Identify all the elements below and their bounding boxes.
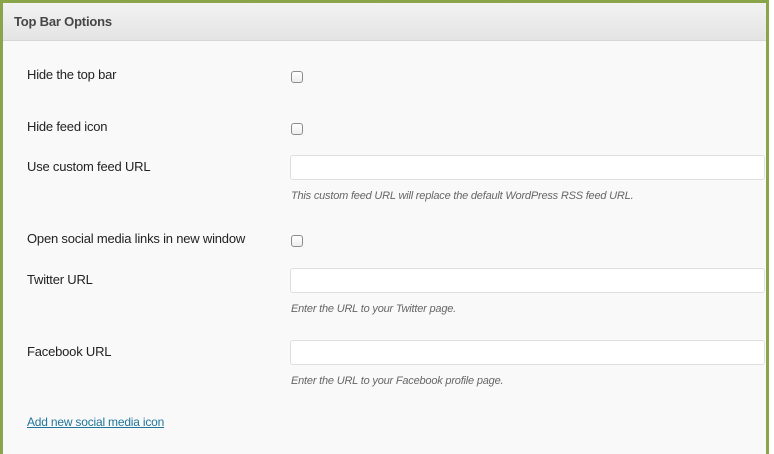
hide-feed-icon-checkbox[interactable]	[291, 123, 303, 135]
custom-feed-url-label: Use custom feed URL	[27, 159, 151, 174]
top-bar-options-panel: Top Bar Options Hide the top bar Hide fe…	[0, 0, 769, 454]
custom-feed-url-input[interactable]	[290, 155, 765, 180]
facebook-url-input[interactable]	[290, 340, 765, 365]
hide-top-bar-label: Hide the top bar	[27, 67, 117, 82]
facebook-url-label: Facebook URL	[27, 344, 112, 359]
facebook-url-hint: Enter the URL to your Facebook profile p…	[291, 375, 504, 387]
add-social-media-icon-link[interactable]: Add new social media icon	[27, 415, 164, 429]
custom-feed-url-hint: This custom feed URL will replace the de…	[291, 190, 634, 202]
open-new-window-checkbox[interactable]	[291, 235, 303, 247]
twitter-url-input[interactable]	[290, 268, 765, 293]
hide-top-bar-checkbox[interactable]	[291, 71, 303, 83]
panel-title: Top Bar Options	[14, 14, 112, 29]
twitter-url-hint: Enter the URL to your Twitter page.	[291, 303, 457, 315]
open-new-window-label: Open social media links in new window	[27, 231, 246, 246]
panel-header: Top Bar Options	[3, 3, 766, 41]
twitter-url-label: Twitter URL	[27, 272, 93, 287]
hide-feed-icon-label: Hide feed icon	[27, 119, 108, 134]
